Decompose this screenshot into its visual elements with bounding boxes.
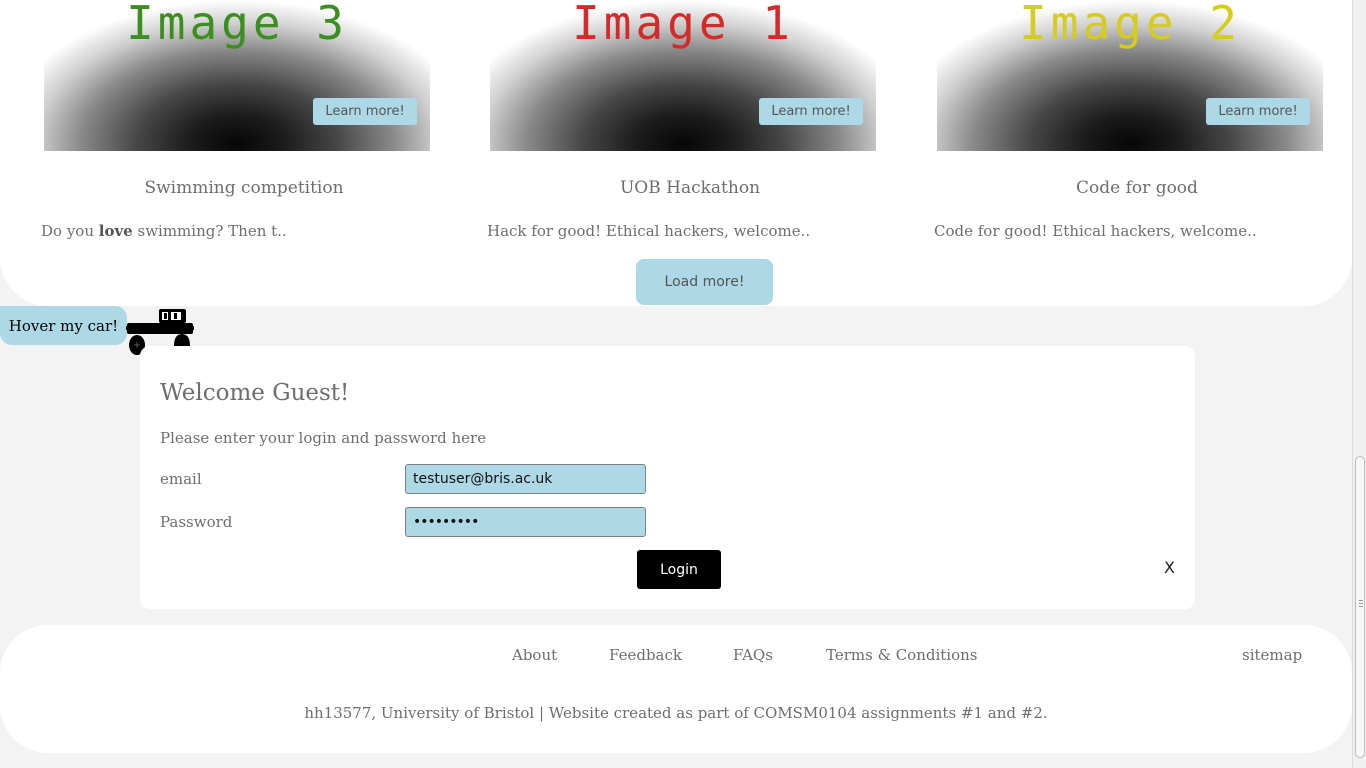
event-description: Code for good! Ethical hackers, welcome.… bbox=[934, 222, 1257, 240]
footer-link-terms[interactable]: Terms & Conditions bbox=[826, 646, 977, 664]
close-login-button[interactable]: X bbox=[1164, 558, 1175, 577]
footer: About Feedback FAQs Terms & Conditions s… bbox=[0, 625, 1352, 753]
vertical-scrollbar[interactable] bbox=[1352, 0, 1366, 768]
events-panel: Image 3 Learn more! Swimming competition… bbox=[0, 0, 1352, 306]
event-image-label: Image 2 bbox=[1019, 0, 1241, 50]
event-description-bold: love bbox=[98, 222, 133, 240]
learn-more-button[interactable]: Learn more! bbox=[1206, 98, 1310, 125]
learn-more-button[interactable]: Learn more! bbox=[313, 98, 417, 125]
event-title: Code for good bbox=[1076, 178, 1198, 198]
event-description: Do you love swimming? Then t.. bbox=[41, 222, 287, 240]
event-image-label: Image 3 bbox=[126, 0, 348, 50]
scrollbar-grip bbox=[1359, 603, 1363, 604]
email-field[interactable] bbox=[405, 464, 646, 494]
footer-link-about[interactable]: About bbox=[512, 646, 557, 664]
hover-car-button[interactable]: Hover my car! bbox=[0, 306, 127, 345]
event-title: UOB Hackathon bbox=[619, 178, 761, 198]
login-subtitle: Please enter your login and password her… bbox=[160, 429, 487, 447]
event-description: Hack for good! Ethical hackers, welcome.… bbox=[487, 222, 811, 240]
password-label: Password bbox=[160, 513, 233, 531]
footer-link-sitemap[interactable]: sitemap bbox=[1242, 646, 1302, 664]
event-description-text: swimming? Then t.. bbox=[132, 222, 287, 240]
login-button[interactable]: Login bbox=[637, 550, 721, 589]
footer-link-feedback[interactable]: Feedback bbox=[609, 646, 682, 664]
login-panel: Welcome Guest! Please enter your login a… bbox=[140, 346, 1195, 609]
learn-more-button[interactable]: Learn more! bbox=[759, 98, 863, 125]
load-more-button[interactable]: Load more! bbox=[636, 259, 773, 305]
scrollbar-grip bbox=[1359, 606, 1363, 607]
event-title: Swimming competition bbox=[144, 178, 344, 198]
scrollbar-grip bbox=[1359, 600, 1363, 601]
scrollbar-thumb[interactable] bbox=[1355, 456, 1365, 758]
event-image[interactable]: Image 2 bbox=[937, 0, 1323, 151]
event-image-label: Image 1 bbox=[572, 0, 794, 50]
event-description-text: Do you bbox=[41, 222, 99, 240]
footer-link-faqs[interactable]: FAQs bbox=[733, 646, 773, 664]
footer-credit: hh13577, University of Bristol | Website… bbox=[304, 704, 1048, 722]
password-field[interactable] bbox=[405, 507, 646, 537]
login-title: Welcome Guest! bbox=[160, 380, 350, 406]
event-image[interactable]: Image 1 bbox=[490, 0, 876, 151]
email-label: email bbox=[160, 470, 202, 488]
event-image[interactable]: Image 3 bbox=[44, 0, 430, 151]
